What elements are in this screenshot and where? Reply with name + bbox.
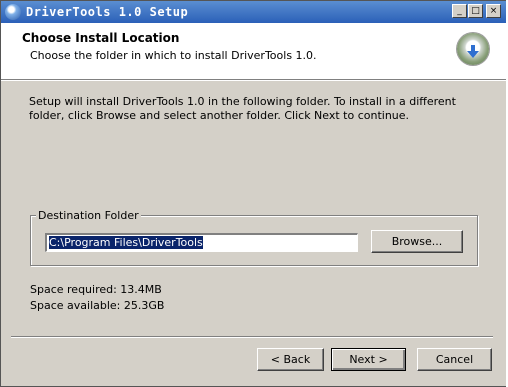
space-available-text: Space available: 25.3GB: [30, 299, 165, 312]
space-required-text: Space required: 13.4MB: [30, 283, 162, 296]
destination-path-text: C:\Program Files\DriverTools: [49, 236, 203, 249]
next-button[interactable]: Next >: [331, 348, 406, 371]
instructions-text: Setup will install DriverTools 1.0 in th…: [29, 95, 456, 122]
installer-globe-download-icon: [457, 33, 489, 65]
destination-path-input[interactable]: C:\Program Files\DriverTools: [45, 233, 358, 252]
header-panel: Choose Install Location Choose the folde…: [1, 23, 507, 79]
app-globe-icon: [5, 4, 21, 20]
browse-button[interactable]: Browse...: [371, 230, 463, 253]
header-divider: [1, 79, 507, 81]
page-subtitle: Choose the folder in which to install Dr…: [30, 49, 317, 62]
close-button[interactable]: ×: [486, 4, 501, 18]
page-title: Choose Install Location: [22, 31, 180, 45]
destination-folder-legend: Destination Folder: [36, 209, 141, 222]
minimize-button[interactable]: _: [452, 4, 467, 18]
maximize-button[interactable]: □: [468, 4, 483, 18]
footer-divider: [11, 336, 493, 338]
setup-window: DriverTools 1.0 Setup _ □ × Choose Insta…: [0, 0, 508, 387]
cancel-button[interactable]: Cancel: [417, 348, 492, 371]
title-bar[interactable]: DriverTools 1.0 Setup _ □ ×: [1, 1, 507, 23]
back-button[interactable]: < Back: [257, 348, 324, 371]
download-arrow-icon: [467, 45, 479, 58]
window-title: DriverTools 1.0 Setup: [26, 5, 189, 19]
